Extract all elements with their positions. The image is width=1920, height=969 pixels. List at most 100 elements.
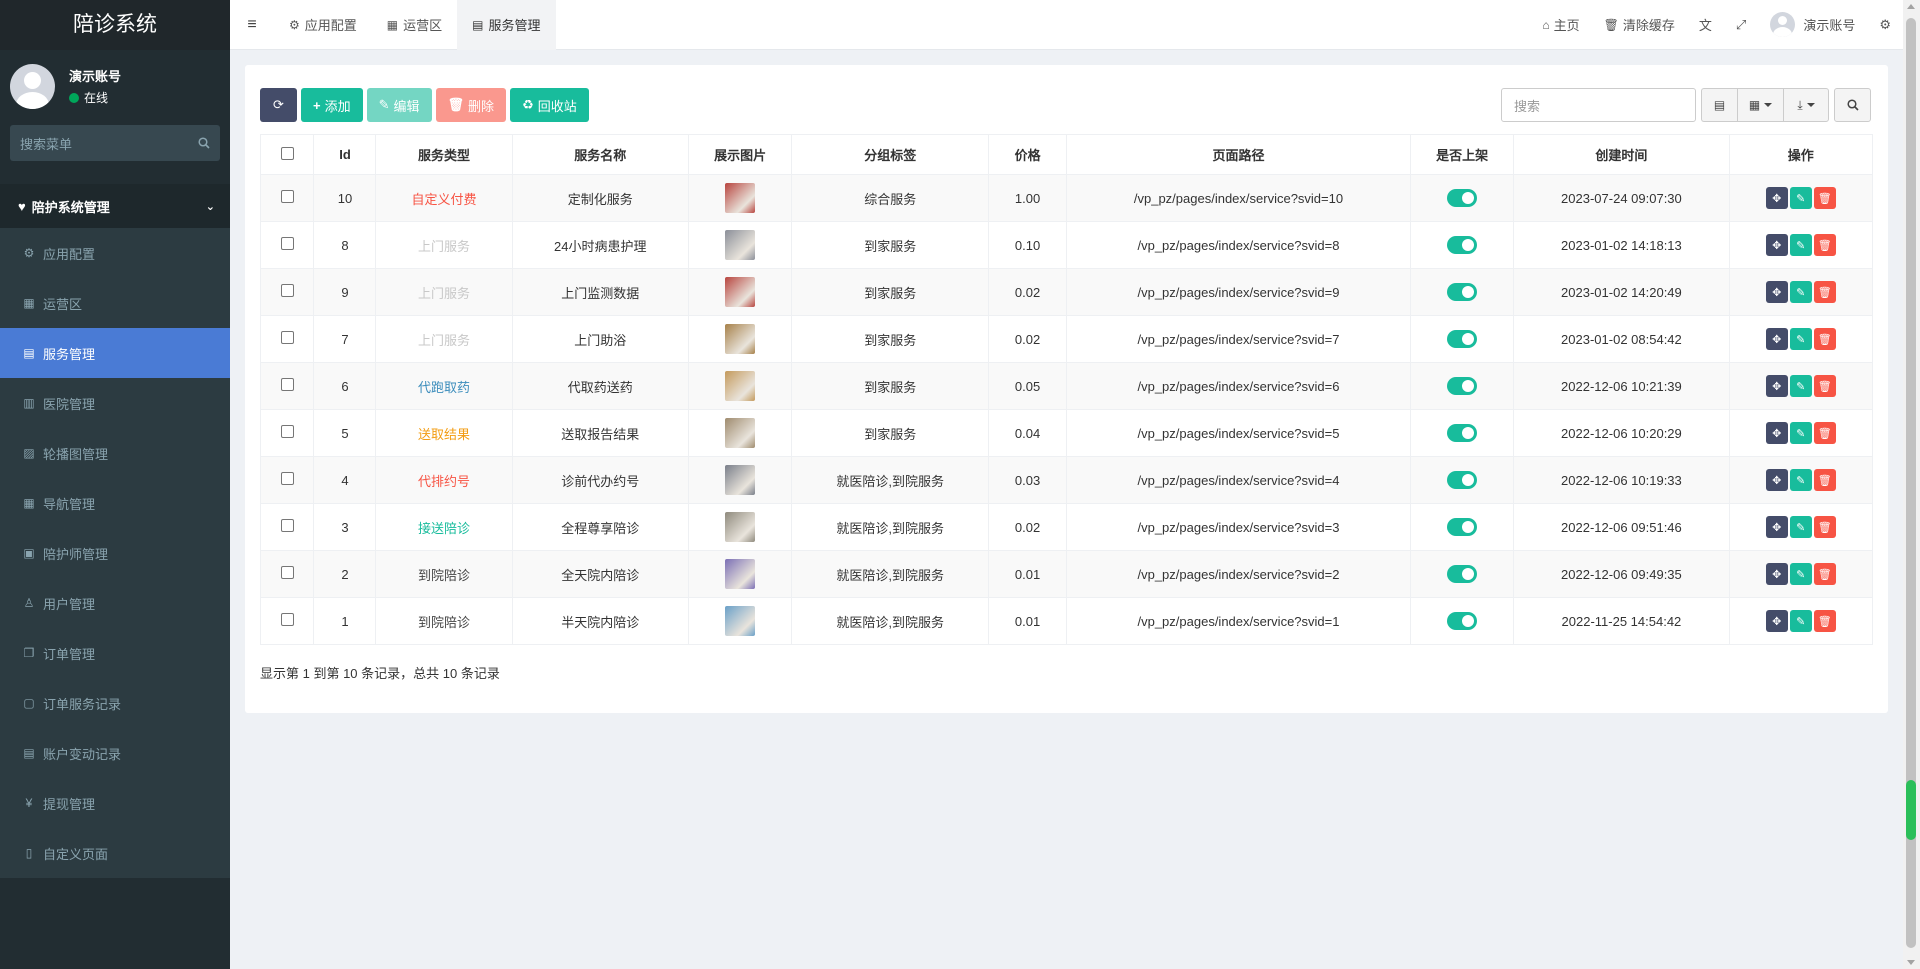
delete-button[interactable]: 🗑︎ 删除: [435, 88, 507, 122]
table-row[interactable]: 6 代跑取药 代取药送药 到家服务 0.05/vp_pz/pages/index/ser…: [259, 362, 1873, 410]
column-header[interactable]: 是否上架: [1409, 134, 1515, 175]
settings-button[interactable]: ⚙: [1867, 17, 1903, 33]
row-checkbox[interactable]: [280, 190, 294, 203]
table-row[interactable]: 1 到院陪诊 半天院内陪诊 就医陪诊,到院服务 0.01/vp_pz/pages/ind…: [259, 597, 1873, 645]
row-edit-button[interactable]: ✎: [1789, 187, 1812, 209]
row-checkbox[interactable]: [280, 472, 294, 485]
listed-toggle[interactable]: [1447, 189, 1478, 207]
row-delete-button[interactable]: 🗑︎: [1813, 187, 1836, 209]
row-edit-button[interactable]: ✎: [1789, 281, 1812, 303]
tab-1[interactable]: ⚙ 应用配置: [274, 0, 372, 50]
columns-dropdown[interactable]: ▦: [1737, 88, 1783, 122]
drag-sort-button[interactable]: ✥: [1765, 187, 1788, 209]
table-row[interactable]: 7 上门服务 上门助浴 到家服务 0.02/vp_pz/pages/index/serv…: [259, 315, 1873, 363]
sidebar-item-9[interactable]: ❐ 订单管理: [0, 628, 230, 678]
drag-sort-button[interactable]: ✥: [1765, 234, 1788, 256]
service-thumbnail[interactable]: [725, 183, 756, 213]
service-thumbnail[interactable]: [725, 324, 756, 354]
table-search-input[interactable]: 搜索: [1501, 88, 1696, 122]
refresh-button[interactable]: ⟳: [260, 88, 297, 122]
scroll-up-icon[interactable]: [1907, 4, 1915, 9]
recycle-bin-button[interactable]: ♻ 回收站: [510, 88, 589, 122]
row-edit-button[interactable]: ✎: [1789, 469, 1812, 491]
menu-toggle-icon[interactable]: ≡: [230, 16, 274, 34]
row-edit-button[interactable]: ✎: [1789, 610, 1812, 632]
fullscreen-button[interactable]: ⤢: [1724, 17, 1758, 33]
app-logo[interactable]: 陪诊系统: [0, 0, 230, 50]
edit-button[interactable]: ✎ 编辑: [366, 88, 432, 122]
row-delete-button[interactable]: 🗑︎: [1813, 610, 1836, 632]
listed-toggle[interactable]: [1447, 518, 1478, 536]
account-menu[interactable]: 演示账号: [1758, 12, 1867, 37]
drag-sort-button[interactable]: ✥: [1765, 328, 1788, 350]
listed-toggle[interactable]: [1447, 236, 1478, 254]
table-row[interactable]: 9 上门服务 上门监测数据 到家服务 0.02/vp_pz/pages/index/se…: [259, 268, 1873, 316]
scroll-down-icon[interactable]: [1907, 960, 1915, 965]
row-edit-button[interactable]: ✎: [1789, 563, 1812, 585]
table-row[interactable]: 2 到院陪诊 全天院内陪诊 就医陪诊,到院服务 0.01/vp_pz/pages/ind…: [259, 550, 1873, 598]
column-header[interactable]: 分组标签: [791, 134, 990, 175]
row-edit-button[interactable]: ✎: [1789, 234, 1812, 256]
advanced-search-button[interactable]: [1834, 88, 1871, 122]
row-delete-button[interactable]: 🗑︎: [1813, 328, 1836, 350]
select-all-checkbox[interactable]: [280, 146, 294, 160]
table-row[interactable]: 10 自定义付费 定制化服务 综合服务 1.00/vp_pz/pages/index/s…: [259, 174, 1873, 222]
table-row[interactable]: 4 代排约号 诊前代办约号 就医陪诊,到院服务 0.03/vp_pz/pages/ind…: [259, 456, 1873, 504]
listed-toggle[interactable]: [1447, 612, 1478, 630]
sidebar-item-12[interactable]: ¥ 提现管理: [0, 778, 230, 828]
menu-group-header[interactable]: ♥ 陪护系统管理 ⌄: [0, 184, 230, 228]
row-checkbox[interactable]: [280, 566, 294, 579]
drag-sort-button[interactable]: ✥: [1765, 563, 1788, 585]
row-edit-button[interactable]: ✎: [1789, 516, 1812, 538]
listed-toggle[interactable]: [1447, 330, 1478, 348]
sidebar-item-1[interactable]: ⚙ 应用配置: [0, 228, 230, 278]
clear-cache-button[interactable]: 🗑︎ 清除缓存: [1592, 15, 1687, 34]
row-checkbox[interactable]: [280, 284, 294, 297]
service-thumbnail[interactable]: [725, 418, 756, 448]
sidebar-item-7[interactable]: ▣ 陪护师管理: [0, 528, 230, 578]
drag-sort-button[interactable]: ✥: [1765, 610, 1788, 632]
tab-2[interactable]: ▦ 运营区: [372, 0, 457, 50]
sidebar-item-11[interactable]: ▤ 账户变动记录: [0, 728, 230, 778]
row-checkbox[interactable]: [280, 237, 294, 250]
row-checkbox[interactable]: [280, 425, 294, 438]
sidebar-item-4[interactable]: ▥ 医院管理: [0, 378, 230, 428]
sidebar-item-3[interactable]: ▤ 服务管理: [0, 328, 230, 378]
service-thumbnail[interactable]: [725, 465, 756, 495]
column-header[interactable]: 创建时间: [1513, 134, 1730, 175]
add-button[interactable]: + 添加: [301, 88, 363, 122]
row-delete-button[interactable]: 🗑︎: [1813, 469, 1836, 491]
row-delete-button[interactable]: 🗑︎: [1813, 563, 1836, 585]
listed-toggle[interactable]: [1447, 565, 1478, 583]
listed-toggle[interactable]: [1447, 283, 1478, 301]
listed-toggle[interactable]: [1447, 377, 1478, 395]
row-delete-button[interactable]: 🗑︎: [1813, 422, 1836, 444]
card-view-button[interactable]: ▤: [1701, 88, 1737, 122]
service-thumbnail[interactable]: [725, 371, 756, 401]
home-link[interactable]: ⌂ 主页: [1530, 15, 1591, 34]
row-checkbox[interactable]: [280, 519, 294, 532]
row-delete-button[interactable]: 🗑︎: [1813, 516, 1836, 538]
column-header[interactable]: 服务类型: [375, 134, 513, 175]
service-thumbnail[interactable]: [725, 512, 756, 542]
row-checkbox[interactable]: [280, 613, 294, 626]
drag-sort-button[interactable]: ✥: [1765, 281, 1788, 303]
language-toggle[interactable]: 文: [1687, 15, 1724, 34]
service-thumbnail[interactable]: [725, 230, 756, 260]
page-scrollbar[interactable]: [1903, 0, 1920, 969]
drag-sort-button[interactable]: ✥: [1765, 516, 1788, 538]
export-dropdown[interactable]: ⤓: [1783, 88, 1829, 122]
row-edit-button[interactable]: ✎: [1789, 328, 1812, 350]
drag-sort-button[interactable]: ✥: [1765, 375, 1788, 397]
table-row[interactable]: 8 上门服务 24小时病患护理 到家服务 0.10/vp_pz/pages/index/…: [259, 221, 1873, 269]
sidebar-item-8[interactable]: ♙ 用户管理: [0, 578, 230, 628]
row-delete-button[interactable]: 🗑︎: [1813, 375, 1836, 397]
row-delete-button[interactable]: 🗑︎: [1813, 234, 1836, 256]
column-header[interactable]: 服务名称: [511, 134, 689, 175]
column-header[interactable]: 操作: [1728, 134, 1873, 175]
search-icon[interactable]: [198, 137, 210, 149]
table-row[interactable]: 5 送取结果 送取报告结果 到家服务 0.04/vp_pz/pages/index/se…: [259, 409, 1873, 457]
listed-toggle[interactable]: [1447, 471, 1478, 489]
drag-sort-button[interactable]: ✥: [1765, 422, 1788, 444]
sidebar-item-2[interactable]: ▦ 运营区: [0, 278, 230, 328]
